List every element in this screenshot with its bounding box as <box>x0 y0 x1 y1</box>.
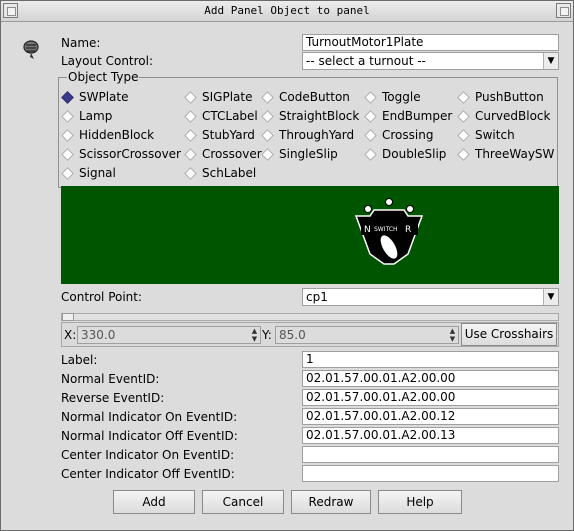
normal-indicator-on-label: Normal Indicator On EventID: <box>61 410 238 424</box>
x-value: 330.0 <box>81 328 116 342</box>
reverse-event-field[interactable]: 02.01.57.00.01.A2.00.00 <box>302 389 559 406</box>
object-type-label: SIGPlate <box>202 90 253 104</box>
layout-control-label: Layout Control: <box>61 54 154 68</box>
object-type-label: PushButton <box>475 90 544 104</box>
layout-control-value: -- select a turnout -- <box>306 54 426 68</box>
normal-indicator-off-label: Normal Indicator Off EventID: <box>61 429 238 443</box>
position-scrollbar[interactable] <box>61 313 559 321</box>
object-type-label: Switch <box>475 128 515 142</box>
use-crosshairs-button[interactable]: Use Crosshairs <box>461 323 557 346</box>
title-bar[interactable]: Add Panel Object to panel <box>1 1 573 22</box>
control-point-label: Control Point: <box>61 290 143 304</box>
object-type-label: Lamp <box>79 109 113 123</box>
label-field[interactable]: 1 <box>302 351 559 368</box>
label-label: Label: <box>61 353 98 367</box>
y-spinner[interactable]: 85.0 ▲ ▼ <box>275 326 459 344</box>
layout-control-select[interactable]: -- select a turnout -- ▼ <box>302 52 559 70</box>
reverse-event-label: Reverse EventID: <box>61 391 165 405</box>
object-type-label: ScissorCrossover <box>79 147 181 161</box>
control-point-select[interactable]: cp1 ▼ <box>302 288 559 306</box>
object-type-label: SchLabel <box>202 166 257 180</box>
x-spinner[interactable]: 330.0 ▲ ▼ <box>77 326 261 344</box>
y-value: 85.0 <box>279 328 306 342</box>
object-type-label: StubYard <box>202 128 255 142</box>
center-indicator-off-field[interactable] <box>302 465 559 482</box>
center-indicator-off-label: Center Indicator Off EventID: <box>61 467 235 481</box>
object-type-label: SingleSlip <box>279 147 338 161</box>
window-title: Add Panel Object to panel <box>204 4 370 17</box>
scrollbar-thumb[interactable] <box>62 313 74 321</box>
object-type-label: Toggle <box>382 90 421 104</box>
object-type-label: Crossover <box>202 147 262 161</box>
y-label: Y: <box>262 328 272 342</box>
add-panel-object-dialog: Add Panel Object to panel Name: TurnoutM… <box>0 0 574 531</box>
normal-indicator-off-field[interactable]: 02.01.57.00.01.A2.00.13 <box>302 427 559 444</box>
object-type-label: HiddenBlock <box>79 128 155 142</box>
redraw-button[interactable]: Redraw <box>291 490 371 514</box>
cancel-button[interactable]: Cancel <box>202 490 284 514</box>
coordinates-panel: X: 330.0 ▲ ▼ Y: 85.0 ▲ ▼ Use Crosshairs <box>61 322 559 347</box>
panel-preview: N SWITCH R <box>61 186 559 284</box>
spinner-arrows-icon[interactable]: ▲ ▼ <box>447 327 458 343</box>
control-point-value: cp1 <box>306 290 328 304</box>
x-label: X: <box>64 328 77 342</box>
normal-event-field[interactable]: 02.01.57.00.01.A2.00.00 <box>302 370 559 387</box>
chevron-down-icon: ▼ <box>543 289 558 305</box>
name-field[interactable]: TurnoutMotor1Plate <box>302 34 559 51</box>
object-type-label: CurvedBlock <box>475 109 551 123</box>
normal-indicator-on-field[interactable]: 02.01.57.00.01.A2.00.12 <box>302 408 559 425</box>
plate-left-letter: N <box>364 225 371 235</box>
object-type-label: EndBumper <box>382 109 453 123</box>
object-type-label: CTCLabel <box>202 109 258 123</box>
add-button[interactable]: Add <box>113 490 195 514</box>
plate-right-letter: R <box>405 225 411 235</box>
help-button[interactable]: Help <box>378 490 462 514</box>
object-type-label: Crossing <box>382 128 434 142</box>
object-type-label: Signal <box>79 166 116 180</box>
chevron-down-icon: ▼ <box>543 53 558 69</box>
object-type-label: SWPlate <box>79 90 129 104</box>
sw-plate-preview: N SWITCH R <box>354 198 424 265</box>
plate-text: SWITCH <box>374 226 398 233</box>
object-type-label: StraightBlock <box>279 109 360 123</box>
window-close-icon[interactable] <box>556 3 571 18</box>
name-label: Name: <box>61 36 101 50</box>
center-indicator-on-label: Center Indicator On EventID: <box>61 448 235 462</box>
object-type-label: ThreeWaySW <box>475 147 555 161</box>
object-type-label: ThroughYard <box>279 128 355 142</box>
object-type-label: CodeButton <box>279 90 350 104</box>
object-type-label: DoubleSlip <box>382 147 447 161</box>
object-type-title: Object Type <box>67 70 140 84</box>
spinner-arrows-icon[interactable]: ▲ ▼ <box>249 327 260 343</box>
app-logo-icon <box>23 40 39 59</box>
normal-event-label: Normal EventID: <box>61 372 160 386</box>
center-indicator-on-field[interactable] <box>302 446 559 463</box>
